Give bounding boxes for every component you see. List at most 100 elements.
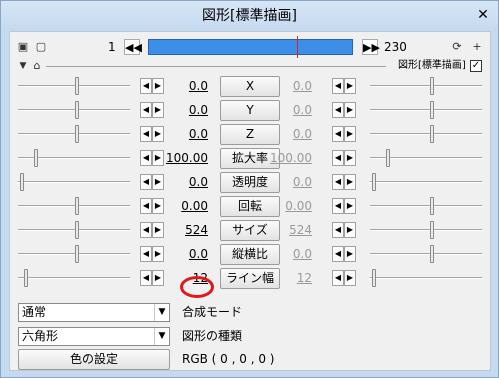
end-slider-track[interactable] xyxy=(370,253,482,255)
loop-icon[interactable]: ⟳ xyxy=(450,40,464,54)
decrement-button[interactable]: ◀ xyxy=(332,270,344,286)
end-value[interactable]: 0.0 xyxy=(256,102,312,118)
start-slider-thumb[interactable] xyxy=(75,245,79,263)
end-slider-track[interactable] xyxy=(370,277,482,279)
next-frame-button[interactable]: ▶▶ xyxy=(362,39,380,55)
start-slider-thumb[interactable] xyxy=(75,101,79,119)
camera-icon[interactable]: ▣ xyxy=(16,40,30,54)
increment-button[interactable]: ▶ xyxy=(344,174,356,190)
start-slider-thumb[interactable] xyxy=(75,125,79,143)
end-slider-thumb[interactable] xyxy=(430,221,434,239)
decrement-button[interactable]: ◀ xyxy=(140,150,152,166)
end-value[interactable]: 0.0 xyxy=(256,78,312,94)
start-slider-track[interactable] xyxy=(18,85,130,87)
decrement-button[interactable]: ◀ xyxy=(140,198,152,214)
end-slider-track[interactable] xyxy=(370,109,482,111)
end-slider-track[interactable] xyxy=(370,229,482,231)
end-slider-thumb[interactable] xyxy=(430,245,434,263)
start-slider-thumb[interactable] xyxy=(20,173,24,191)
start-value[interactable]: 100.00 xyxy=(152,150,208,166)
object-enabled-checkbox[interactable]: ✓ xyxy=(470,60,482,72)
decrement-button[interactable]: ◀ xyxy=(332,222,344,238)
start-slider-track[interactable] xyxy=(18,277,130,279)
start-slider-track[interactable] xyxy=(18,229,130,231)
start-slider-track[interactable] xyxy=(18,109,130,111)
start-slider-thumb[interactable] xyxy=(75,221,79,239)
decrement-button[interactable]: ◀ xyxy=(140,246,152,262)
decrement-button[interactable]: ◀ xyxy=(140,102,152,118)
end-slider-thumb[interactable] xyxy=(430,77,434,95)
start-slider-track[interactable] xyxy=(18,205,130,207)
end-slider-track[interactable] xyxy=(370,133,482,135)
timeline-cursor[interactable] xyxy=(297,36,298,58)
end-slider-track[interactable] xyxy=(370,85,482,87)
mouse-icon: ⌂ xyxy=(33,59,41,72)
start-slider-track[interactable] xyxy=(18,181,130,183)
start-value[interactable]: 0.0 xyxy=(152,246,208,262)
increment-button[interactable]: ▶ xyxy=(344,270,356,286)
decrement-button[interactable]: ◀ xyxy=(140,78,152,94)
decrement-button[interactable]: ◀ xyxy=(332,150,344,166)
decrement-button[interactable]: ◀ xyxy=(332,174,344,190)
color-value: RGB ( 0 , 0 , 0 ) xyxy=(182,352,275,366)
increment-button[interactable]: ▶ xyxy=(344,246,356,262)
decrement-button[interactable]: ◀ xyxy=(140,270,152,286)
end-slider-thumb[interactable] xyxy=(372,269,376,287)
end-slider-thumb[interactable] xyxy=(372,173,376,191)
start-slider-thumb[interactable] xyxy=(75,197,79,215)
start-slider-thumb[interactable] xyxy=(24,269,28,287)
end-slider-track[interactable] xyxy=(370,205,482,207)
highlight-circle xyxy=(180,276,214,298)
increment-button[interactable]: ▶ xyxy=(344,78,356,94)
increment-button[interactable]: ▶ xyxy=(344,222,356,238)
decrement-button[interactable]: ◀ xyxy=(140,222,152,238)
shape-type-select[interactable]: 六角形 ▼ xyxy=(18,327,170,346)
shape-type-value: 六角形 xyxy=(22,329,59,343)
blend-mode-select[interactable]: 通常 ▼ xyxy=(18,303,170,322)
chevron-down-icon[interactable]: ▼ xyxy=(154,304,169,321)
close-icon[interactable]: ✕ xyxy=(474,6,492,24)
image-icon[interactable]: ▢ xyxy=(34,40,48,54)
increment-button[interactable]: ▶ xyxy=(344,150,356,166)
start-value[interactable]: 0.0 xyxy=(152,126,208,142)
increment-button[interactable]: ▶ xyxy=(344,126,356,142)
end-slider-track[interactable] xyxy=(370,181,482,183)
decrement-button[interactable]: ◀ xyxy=(332,246,344,262)
increment-button[interactable]: ▶ xyxy=(344,198,356,214)
decrement-button[interactable]: ◀ xyxy=(140,174,152,190)
end-value[interactable]: 0.0 xyxy=(256,174,312,190)
end-value[interactable]: 0.00 xyxy=(256,198,312,214)
increment-button[interactable]: ▶ xyxy=(344,102,356,118)
start-slider-track[interactable] xyxy=(18,253,130,255)
timeline-bar[interactable] xyxy=(148,36,353,58)
color-settings-button[interactable]: 色の設定 xyxy=(18,349,170,370)
decrement-button[interactable]: ◀ xyxy=(332,198,344,214)
start-value[interactable]: 0.0 xyxy=(152,174,208,190)
end-slider-thumb[interactable] xyxy=(430,197,434,215)
start-value[interactable]: 0.00 xyxy=(152,198,208,214)
end-value[interactable]: 0.0 xyxy=(256,246,312,262)
start-value[interactable]: 0.0 xyxy=(152,102,208,118)
decrement-button[interactable]: ◀ xyxy=(332,102,344,118)
start-slider-thumb[interactable] xyxy=(75,77,79,95)
end-slider-thumb[interactable] xyxy=(430,101,434,119)
collapse-icon[interactable]: ▼ xyxy=(16,59,30,73)
end-slider-thumb[interactable] xyxy=(386,149,390,167)
end-value[interactable]: 100.00 xyxy=(256,150,312,166)
end-value[interactable]: 12 xyxy=(256,270,312,286)
chevron-down-icon[interactable]: ▼ xyxy=(154,328,169,345)
decrement-button[interactable]: ◀ xyxy=(332,78,344,94)
prev-frame-button[interactable]: ◀◀ xyxy=(124,39,142,55)
start-value[interactable]: 0.0 xyxy=(152,78,208,94)
end-slider-thumb[interactable] xyxy=(430,125,434,143)
end-value[interactable]: 0.0 xyxy=(256,126,312,142)
window-title: 図形[標準描画] xyxy=(202,8,297,24)
add-icon[interactable]: + xyxy=(470,40,484,54)
end-value[interactable]: 524 xyxy=(256,222,312,238)
start-value[interactable]: 524 xyxy=(152,222,208,238)
start-slider-track[interactable] xyxy=(18,133,130,135)
shape-type-label: 図形の種類 xyxy=(182,329,243,343)
start-slider-thumb[interactable] xyxy=(34,149,38,167)
decrement-button[interactable]: ◀ xyxy=(332,126,344,142)
decrement-button[interactable]: ◀ xyxy=(140,126,152,142)
